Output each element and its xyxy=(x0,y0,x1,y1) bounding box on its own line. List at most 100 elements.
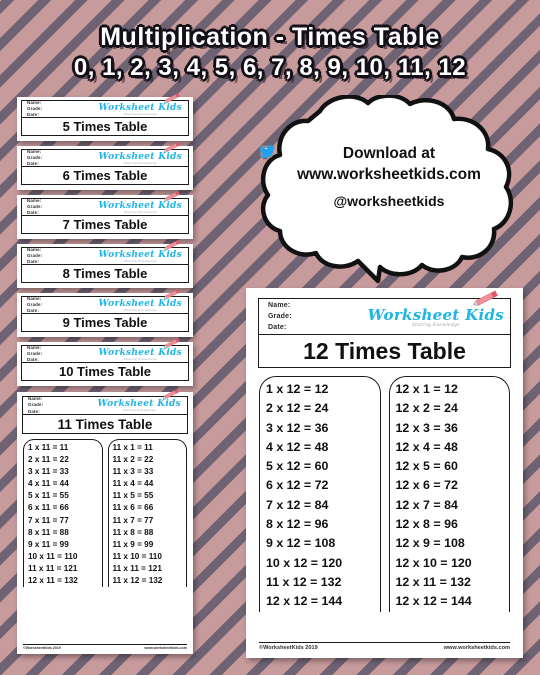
table-row: 12 x 1 = 12 xyxy=(395,382,458,396)
date-label: Date: xyxy=(27,112,39,118)
table-row: 7 x 12 = 84 xyxy=(266,497,329,512)
worksheet-thumbnail[interactable]: Name: Grade: Date: Worksheet Kids Sharing K… xyxy=(17,141,193,190)
date-label: Date: xyxy=(27,210,39,216)
date-label: Date: xyxy=(268,324,287,331)
date-label: Date: xyxy=(27,308,39,314)
table-row: 11 x 6 = 66 xyxy=(112,503,154,513)
table-row: 8 x 11 = 88 xyxy=(28,527,69,537)
bubble-content: Download at www.worksheetkids.com @works… xyxy=(258,143,520,209)
table-row: 11 x 12 = 132 xyxy=(266,574,342,589)
table-row: 11 x 12 = 132 xyxy=(112,576,163,586)
worksheet-header: Name: Grade: Date: Worksheet Kids Sharing K… xyxy=(21,141,189,167)
table-row: 12 x 6 = 72 xyxy=(395,478,458,493)
table-row: 9 x 11 = 99 xyxy=(28,539,69,549)
worksheet-header: Name: Grade: Date: Worksheet Kids Sharing K… xyxy=(21,288,189,314)
worksheet-title: 6 Times Table xyxy=(21,167,189,185)
table-row: 12 x 8 = 96 xyxy=(395,517,458,532)
times-table-grid: 1 x 11 = 11 2 x 11 = 22 3 x 11 = 33 4 x 11 … xyxy=(23,439,187,588)
worksheet-title: 8 Times Table xyxy=(21,265,189,283)
table-row: 10 x 11 = 110 xyxy=(28,551,78,561)
table-row: 11 x 5 = 55 xyxy=(112,491,154,501)
worksheet-thumbnail[interactable]: Name: Grade: Date: Worksheet Kids Sharing K… xyxy=(17,288,193,337)
date-label: Date: xyxy=(27,357,39,363)
worksheet-title: 11 Times Table xyxy=(22,415,188,434)
worksheet-kids-logo: Worksheet Kids Sharing Knowledge xyxy=(98,190,188,214)
worksheet-title: 10 Times Table xyxy=(21,363,189,381)
table-row: 11 x 11 = 121 xyxy=(28,563,78,573)
website-text: www.worksheetkids.com xyxy=(443,645,510,651)
table-row: 12 x 3 = 36 xyxy=(395,420,458,435)
table-row: 12 x 5 = 60 xyxy=(395,459,458,474)
table-column-right: 11 x 1 = 11 11 x 2 = 22 11 x 3 = 33 11 x 4 … xyxy=(107,439,187,588)
table-row: 8 x 12 = 96 xyxy=(266,517,329,532)
worksheet-header: Name: Grade: Date: Worksheet Kids Sharing K… xyxy=(21,239,189,265)
table-row: 12 x 4 = 48 xyxy=(395,439,458,454)
worksheet-header: Name: Grade: Date: Worksheet Kids Sharing K… xyxy=(21,337,189,363)
student-fields: Name: Grade: Date: xyxy=(22,345,98,363)
download-speech-bubble: Download at www.worksheetkids.com @works… xyxy=(258,95,520,285)
table-row: 11 x 11 = 121 xyxy=(112,563,162,573)
table-row: 12 x 10 = 120 xyxy=(395,555,472,570)
worksheet-kids-logo: Worksheet Kids Sharing Knowledge xyxy=(98,337,188,361)
worksheet-header: Name: Grade: Date: Worksheet Kids Sharin… xyxy=(22,388,188,415)
table-row: 7 x 11 = 77 xyxy=(28,515,69,525)
worksheet-title: 9 Times Table xyxy=(21,314,189,332)
student-fields: Name: Grade: Date: xyxy=(22,247,98,265)
student-fields: Name: Grade: Date: xyxy=(259,299,368,334)
table-row: 12 x 11 = 132 xyxy=(28,576,78,586)
worksheet-kids-logo: Worksheet Kids Sharing Knowledge xyxy=(98,141,188,165)
table-row: 12 x 2 = 24 xyxy=(395,401,458,416)
table-row: 2 x 12 = 24 xyxy=(266,401,329,416)
table-row: 9 x 12 = 108 xyxy=(266,536,336,551)
table-row: 11 x 3 = 33 xyxy=(112,467,154,477)
worksheet-thumbnail[interactable]: Name: Grade: Date: Worksheet Kids Sharing K… xyxy=(17,92,193,141)
worksheet-thumbnail[interactable]: Name: Grade: Date: Worksheet Kids Sharing K… xyxy=(17,190,193,239)
worksheet-thumbnail[interactable]: Name: Grade: Date: Worksheet Kids Sharing K… xyxy=(17,239,193,288)
table-row: 11 x 4 = 44 xyxy=(112,479,154,489)
date-label: Date: xyxy=(27,161,39,167)
worksheet-title: 7 Times Table xyxy=(21,216,189,234)
table-row: 11 x 7 = 77 xyxy=(112,515,154,525)
worksheet-card-11[interactable]: Name: Grade: Date: Worksheet Kids Sharin… xyxy=(17,388,193,654)
worksheet-thumbnail[interactable]: Name: Grade: Date: Worksheet Kids Sharing K… xyxy=(17,337,193,386)
table-row: 3 x 11 = 33 xyxy=(28,467,69,477)
download-label: Download at xyxy=(342,145,436,162)
table-row: 5 x 11 = 55 xyxy=(28,491,69,501)
table-row: 6 x 11 = 66 xyxy=(28,503,69,513)
student-fields: Name: Grade: Date: xyxy=(23,396,97,414)
table-column-right: 12 x 1 = 12 12 x 2 = 24 12 x 3 = 36 12 x 4 … xyxy=(388,376,510,612)
student-fields: Name: Grade: Date: xyxy=(22,198,98,216)
worksheet-kids-logo: Worksheet Kids Sharing Knowledge xyxy=(98,288,188,312)
logo-text: Worksheet Kids xyxy=(367,305,504,324)
worksheet-card-12[interactable]: Name: Grade: Date: Worksheet Kids Sharin… xyxy=(246,288,523,658)
times-table-grid: 1 x 12 = 12 2 x 12 = 24 3 x 12 = 36 4 x 12 … xyxy=(259,376,510,612)
table-row: 4 x 11 = 44 xyxy=(28,479,69,489)
social-handle: @worksheetkids xyxy=(333,193,445,209)
worksheet-kids-logo: Worksheet Kids Sharing Knowledge xyxy=(97,388,187,412)
copyright-text: ©WorksheetKids 2019 xyxy=(23,646,61,650)
grade-label: Grade: xyxy=(268,313,292,320)
table-row: 11 x 10 = 110 xyxy=(112,551,162,561)
worksheet-title: 12 Times Table xyxy=(258,335,511,368)
table-row: 11 x 9 = 99 xyxy=(112,539,154,549)
date-label: Date: xyxy=(27,259,39,265)
table-row: 12 x 9 = 108 xyxy=(395,536,465,551)
download-url[interactable]: www.worksheetkids.com xyxy=(258,164,520,186)
worksheet-title: 5 Times Table xyxy=(21,118,189,136)
table-row: 10 x 12 = 120 xyxy=(266,555,343,570)
worksheet-kids-logo: Worksheet Kids Sharing Knowledge xyxy=(98,239,188,263)
twitter-icon[interactable] xyxy=(258,143,277,160)
table-row: 6 x 12 = 72 xyxy=(266,478,329,493)
worksheet-footer: ©WorksheetKids 2019 www.worksheetkids.co… xyxy=(259,642,510,651)
worksheet-header: Name: Grade: Date: Worksheet Kids Sharing K… xyxy=(21,92,189,118)
table-row: 1 x 11 = 11 xyxy=(28,443,69,452)
table-row: 4 x 12 = 48 xyxy=(266,439,329,454)
table-row: 12 x 7 = 84 xyxy=(395,497,458,512)
table-row: 2 x 11 = 22 xyxy=(28,455,69,465)
table-row: 11 x 8 = 88 xyxy=(112,527,154,537)
table-column-left: 1 x 11 = 11 2 x 11 = 22 3 x 11 = 33 4 x 11 … xyxy=(23,439,103,588)
worksheet-kids-logo: Worksheet Kids Sharing Knowledge xyxy=(98,92,188,116)
table-row: 12 x 12 = 144 xyxy=(266,594,343,609)
worksheet-footer: ©WorksheetKids 2019 www.worksheetkids.co… xyxy=(23,644,187,650)
worksheet-header: Name: Grade: Date: Worksheet Kids Sharing K… xyxy=(21,190,189,216)
